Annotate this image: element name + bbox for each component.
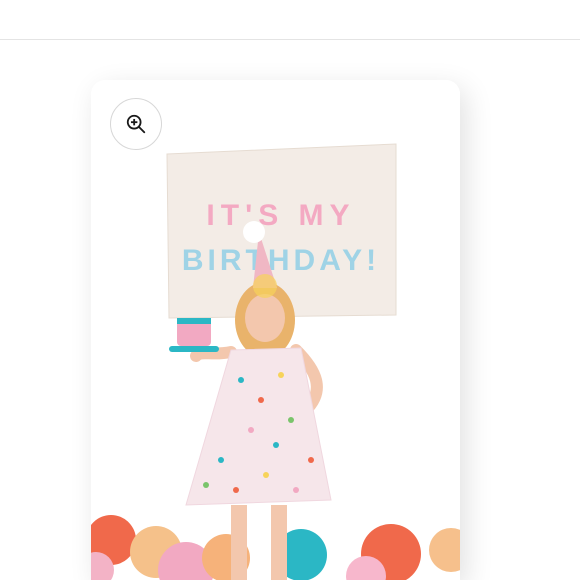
product-image-card[interactable]: IT'S MY BIRTHDAY! bbox=[91, 80, 460, 580]
banner-line-2: BIRTHDAY! bbox=[182, 244, 380, 277]
product-photo: IT'S MY BIRTHDAY! bbox=[91, 80, 460, 580]
banner-line-1: IT'S MY bbox=[206, 199, 355, 232]
zoom-button[interactable] bbox=[110, 98, 162, 150]
zoom-in-icon bbox=[126, 114, 146, 134]
top-bar bbox=[0, 0, 580, 40]
